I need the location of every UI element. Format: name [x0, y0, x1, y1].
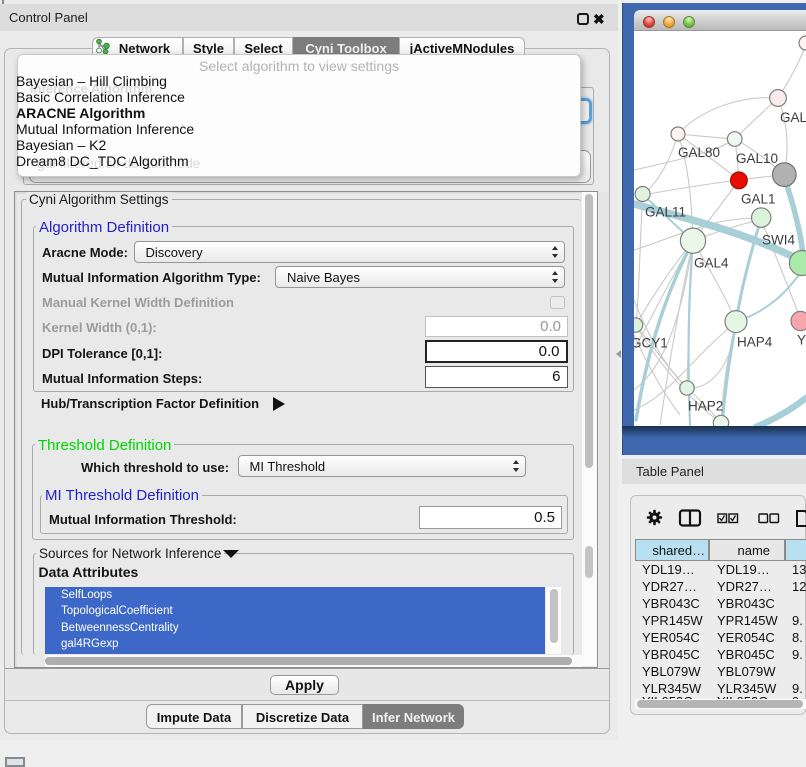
svg-text:GAL1: GAL1 — [741, 192, 776, 207]
svg-text:HAP4: HAP4 — [737, 335, 773, 350]
svg-text:GAL4: GAL4 — [694, 256, 729, 271]
svg-text:HAP2: HAP2 — [688, 399, 723, 414]
svg-text:GAL11: GAL11 — [645, 205, 686, 220]
svg-text:Y: Y — [797, 333, 806, 348]
svg-text:GAL10: GAL10 — [736, 151, 778, 166]
svg-text:GAL2: GAL2 — [780, 110, 806, 125]
svg-text:GAL80: GAL80 — [678, 145, 720, 160]
svg-text:SWI4: SWI4 — [762, 233, 795, 248]
svg-text:GCY1: GCY1 — [634, 336, 668, 351]
